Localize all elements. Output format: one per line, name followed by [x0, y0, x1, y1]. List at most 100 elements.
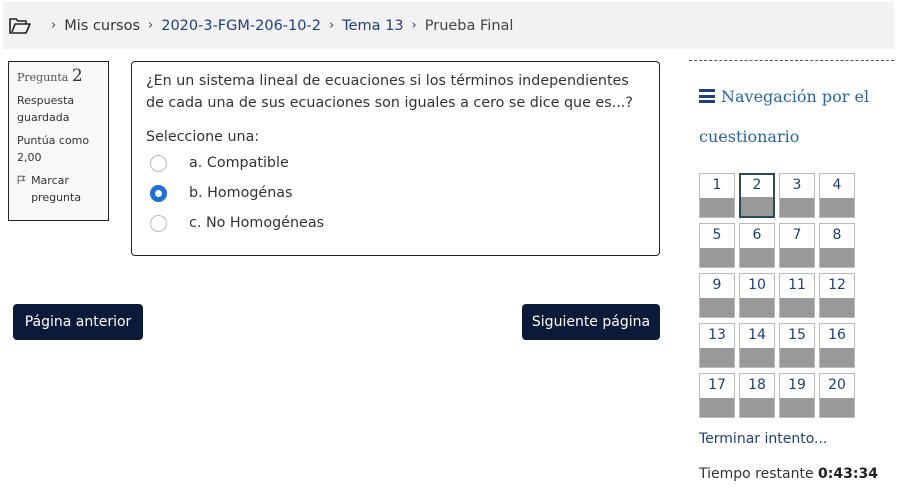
answered-indicator — [820, 298, 854, 317]
radio-button[interactable] — [150, 154, 167, 172]
question-nav-number: 3 — [792, 177, 802, 193]
breadcrumb-separator: › — [411, 18, 417, 33]
question-nav-number: 8 — [832, 227, 842, 243]
answer-option-label: c. No Homogéneas — [189, 215, 325, 231]
question-nav-button-7[interactable]: 7 — [779, 223, 815, 268]
breadcrumb-separator: › — [51, 18, 57, 33]
flag-icon — [17, 175, 25, 185]
breadcrumb-current-page: Prueba Final — [424, 17, 514, 34]
question-nav-button-11[interactable]: 11 — [779, 273, 815, 318]
question-nav-number: 19 — [788, 377, 806, 393]
question-nav-number: 12 — [828, 277, 846, 293]
question-status: Respuesta guardada — [17, 94, 75, 124]
breadcrumb-topic[interactable]: Tema 13 — [342, 18, 403, 34]
answered-indicator — [780, 298, 814, 317]
question-box: ¿En un sistema lineal de ecuaciones si l… — [131, 61, 660, 256]
question-nav-number: 13 — [708, 327, 726, 343]
answered-indicator — [741, 197, 773, 216]
question-nav-number: 2 — [752, 177, 762, 193]
answered-indicator — [700, 248, 734, 267]
breadcrumb-separator: › — [148, 18, 154, 33]
answered-indicator — [780, 248, 814, 267]
folder-open-icon[interactable] — [9, 17, 31, 35]
answered-indicator — [700, 398, 734, 417]
question-nav-button-9[interactable]: 9 — [699, 273, 735, 318]
quiz-navigation-title-text: Navegación por el cuestionario — [699, 87, 870, 146]
quiz-navigation-title: Navegación por el cuestionario — [699, 77, 889, 157]
breadcrumb-separator: › — [328, 18, 335, 33]
question-nav-number: 10 — [748, 277, 766, 293]
answer-option-label: b. Homogénas — [189, 185, 293, 201]
answered-indicator — [700, 298, 734, 317]
question-text: ¿En un sistema lineal de ecuaciones si l… — [146, 73, 633, 111]
question-nav-button-5[interactable]: 5 — [699, 223, 735, 268]
answered-indicator — [820, 398, 854, 417]
question-nav-button-10[interactable]: 10 — [739, 273, 775, 318]
question-nav-button-3[interactable]: 3 — [779, 173, 815, 218]
question-nav-number: 4 — [832, 177, 842, 193]
question-nav-button-19[interactable]: 19 — [779, 373, 815, 418]
question-nav-button-15[interactable]: 15 — [779, 323, 815, 368]
question-nav-number: 1 — [712, 177, 722, 193]
answered-indicator — [780, 398, 814, 417]
question-prompt: Seleccione una: — [146, 129, 260, 145]
answered-indicator — [780, 198, 814, 217]
answered-indicator — [740, 298, 774, 317]
question-nav-button-12[interactable]: 12 — [819, 273, 855, 318]
question-nav-number: 14 — [748, 327, 766, 343]
question-nav-number: 15 — [788, 327, 806, 343]
quiz-navigation-panel: Navegación por el cuestionario 123456789… — [689, 60, 894, 492]
question-nav-button-17[interactable]: 17 — [699, 373, 735, 418]
hamburger-icon[interactable] — [699, 89, 715, 103]
time-remaining-label: Tiempo restante — [699, 466, 814, 482]
answer-option-label: a. Compatible — [189, 155, 289, 171]
question-nav-number: 5 — [712, 227, 722, 243]
question-nav-number: 16 — [828, 327, 846, 343]
question-info-box: Pregunta 2 Respuesta guardada Puntúa com… — [8, 61, 109, 221]
question-nav-button-16[interactable]: 16 — [819, 323, 855, 368]
question-nav-button-18[interactable]: 18 — [739, 373, 775, 418]
question-nav-button-20[interactable]: 20 — [819, 373, 855, 418]
answered-indicator — [700, 198, 734, 217]
question-nav-button-14[interactable]: 14 — [739, 323, 775, 368]
answered-indicator — [700, 348, 734, 367]
breadcrumb-course[interactable]: 2020-3-FGM-206-10-2 — [161, 18, 321, 34]
question-number: 2 — [71, 66, 83, 86]
question-score: Puntúa como 2,00 — [17, 134, 90, 164]
question-nav-button-1[interactable]: 1 — [699, 173, 735, 218]
answered-indicator — [780, 348, 814, 367]
answered-indicator — [820, 248, 854, 267]
question-nav-number: 20 — [828, 377, 846, 393]
answered-indicator — [820, 348, 854, 367]
question-nav-number: 18 — [748, 377, 766, 393]
breadcrumb: › Mis cursos › 2020-3-FGM-206-10-2 › Tem… — [3, 2, 894, 49]
finish-attempt-link[interactable]: Terminar intento... — [699, 431, 827, 447]
time-remaining: Tiempo restante 0:43:34 — [699, 466, 878, 482]
previous-page-button[interactable]: Página anterior — [13, 304, 143, 340]
breadcrumb-my-courses[interactable]: Mis cursos — [64, 18, 140, 34]
question-label: Pregunta — [17, 71, 69, 84]
next-page-button[interactable]: Siguiente página — [522, 304, 660, 340]
question-nav-button-4[interactable]: 4 — [819, 173, 855, 218]
answered-indicator — [740, 398, 774, 417]
question-nav-number: 17 — [708, 377, 726, 393]
radio-button[interactable] — [150, 214, 167, 232]
question-nav-button-6[interactable]: 6 — [739, 223, 775, 268]
answered-indicator — [740, 248, 774, 267]
question-nav-button-13[interactable]: 13 — [699, 323, 735, 368]
question-nav-number: 7 — [792, 227, 802, 243]
answered-indicator — [740, 348, 774, 367]
radio-button-selected[interactable] — [150, 184, 167, 202]
answer-option-c[interactable]: c. No Homogéneas — [146, 208, 645, 238]
question-nav-button-8[interactable]: 8 — [819, 223, 855, 268]
answer-option-a[interactable]: a. Compatible — [146, 148, 645, 178]
flag-question-label: Marcar pregunta — [31, 174, 82, 204]
question-nav-number: 6 — [752, 227, 762, 243]
question-nav-number: 9 — [712, 277, 722, 293]
question-nav-button-2[interactable]: 2 — [739, 173, 775, 218]
flag-question-button[interactable]: Marcar pregunta — [17, 172, 100, 206]
question-nav-number: 11 — [788, 277, 806, 293]
answered-indicator — [820, 198, 854, 217]
answer-option-b[interactable]: b. Homogénas — [146, 178, 645, 208]
time-remaining-value: 0:43:34 — [818, 466, 878, 482]
